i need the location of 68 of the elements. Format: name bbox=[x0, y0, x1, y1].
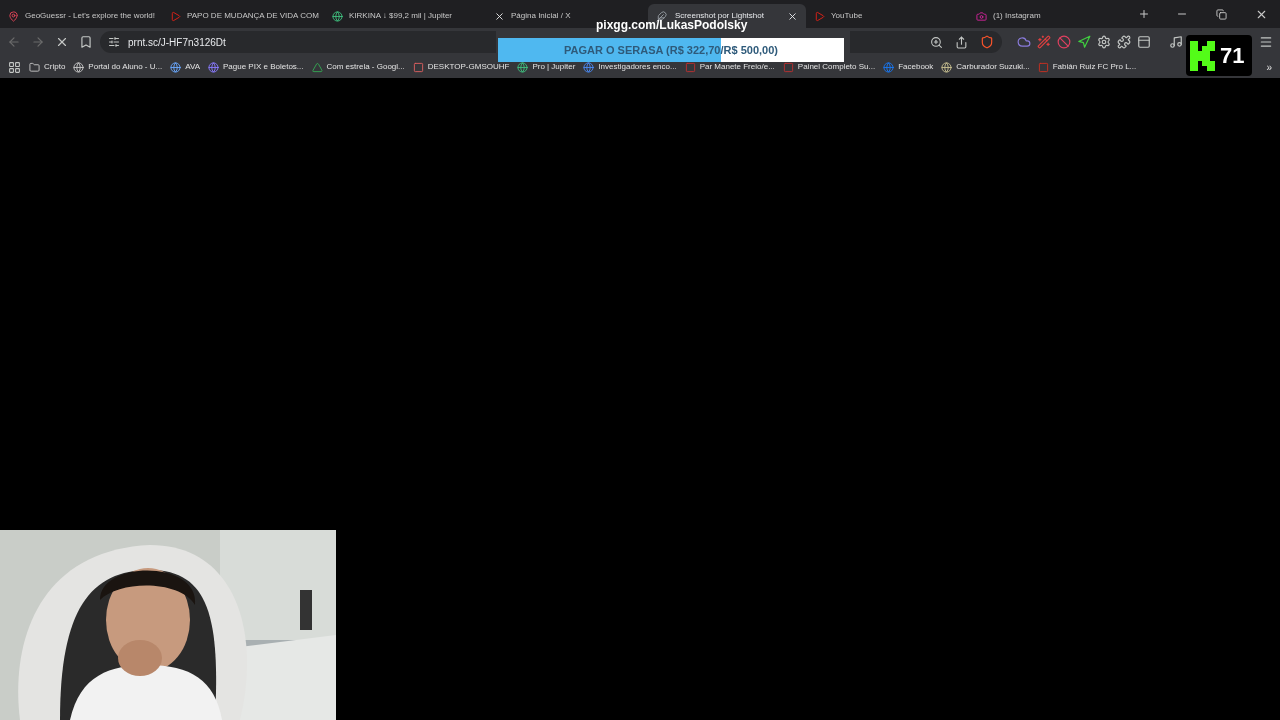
tab-title: (1) Instagram bbox=[993, 12, 1042, 20]
site-settings-icon[interactable] bbox=[108, 36, 120, 48]
bookmark-item[interactable]: Facebook bbox=[883, 61, 934, 73]
apps-icon[interactable] bbox=[8, 60, 21, 74]
triangle-icon bbox=[311, 61, 323, 73]
pin-icon bbox=[8, 10, 19, 22]
square-icon bbox=[412, 61, 424, 73]
globe-icon bbox=[517, 61, 529, 73]
tab-title: Screenshot por Lightshot bbox=[675, 12, 765, 20]
bookmark-label: Portal do Aluno - U... bbox=[88, 61, 163, 73]
bookmark-item[interactable]: Investigadores enco... bbox=[583, 61, 677, 73]
bookmark-label: Par Manete Freio/e... bbox=[699, 61, 775, 73]
close-icon[interactable] bbox=[787, 10, 798, 22]
more-bookmarks-button[interactable]: » bbox=[1266, 59, 1272, 75]
globe-icon bbox=[73, 61, 85, 73]
bookmark-label: Cripto bbox=[44, 61, 66, 73]
globe-icon bbox=[883, 61, 895, 73]
bookmark-label: Pro | Jupiter bbox=[532, 61, 576, 73]
browser-tab[interactable]: YouTube bbox=[806, 4, 968, 28]
zoom-icon[interactable] bbox=[930, 35, 943, 49]
tab-title: GeoGuessr - Let's explore the world! bbox=[25, 12, 156, 20]
bookmark-label: DESKTOP-GMSOUHF bbox=[427, 61, 510, 73]
tab-title: YouTube bbox=[831, 12, 864, 20]
tab-title: KIRKINA ↓ $99,2 mil | Jupiter bbox=[349, 12, 453, 20]
bookmark-label: Investigadores enco... bbox=[598, 61, 677, 73]
restore-icon[interactable] bbox=[1216, 8, 1227, 20]
bookmark-item[interactable]: Painel Completo Su... bbox=[782, 61, 876, 73]
camera-icon bbox=[976, 10, 987, 22]
globe-icon bbox=[170, 61, 182, 73]
globe-icon bbox=[332, 10, 343, 22]
bookmark-item[interactable]: Par Manete Freio/e... bbox=[684, 61, 775, 73]
k-logo-icon bbox=[1190, 40, 1216, 71]
bookmark-item[interactable]: Cripto bbox=[29, 61, 66, 73]
square-icon bbox=[782, 61, 794, 73]
bookmark-label: Carburador Suzuki... bbox=[956, 61, 1030, 73]
browser-tab[interactable]: KIRKINA ↓ $99,2 mil | Jupiter bbox=[324, 4, 486, 28]
play-icon bbox=[170, 10, 181, 22]
browser-tab[interactable]: GeoGuessr - Let's explore the world! bbox=[0, 4, 162, 28]
x-logo-icon bbox=[494, 10, 505, 22]
tab-title: Página Inicial / X bbox=[511, 12, 572, 20]
url-text: prnt.sc/J-HF7n3126Dt bbox=[128, 35, 226, 50]
bookmark-label: Com estrela - Googl... bbox=[326, 61, 405, 73]
square-icon bbox=[1037, 61, 1049, 73]
share-icon[interactable] bbox=[955, 35, 968, 49]
bookmark-label: Painel Completo Su... bbox=[797, 61, 876, 73]
bookmark-item[interactable]: Pague PIX e Boletos... bbox=[208, 61, 304, 73]
shield-icon[interactable] bbox=[980, 35, 994, 49]
browser-tab[interactable]: (1) Instagram bbox=[968, 4, 1130, 28]
new-tab-icon[interactable] bbox=[1138, 8, 1150, 20]
bookmark-item[interactable]: Portal do Aluno - U... bbox=[73, 61, 163, 73]
browser-tab[interactable]: PAPO DE MUDANÇA DE VIDA COM bbox=[162, 4, 324, 28]
bookmark-label: AVA bbox=[185, 61, 200, 73]
bookmark-item[interactable]: DESKTOP-GMSOUHF bbox=[412, 61, 510, 73]
globe-icon bbox=[208, 61, 219, 73]
tab-title: PAPO DE MUDANÇA DE VIDA COM bbox=[187, 12, 319, 20]
play-icon bbox=[814, 10, 825, 22]
viewer-count: 71 bbox=[1220, 42, 1245, 70]
bookmark-item[interactable]: Carburador Suzuki... bbox=[941, 61, 1030, 73]
globe-icon bbox=[941, 61, 953, 73]
bookmark-label: Facebook bbox=[898, 61, 934, 73]
bookmark-label: Pague PIX e Boletos... bbox=[223, 61, 304, 73]
bookmark-item[interactable]: Pro | Jupiter bbox=[517, 61, 576, 73]
bookmark-item[interactable]: Com estrela - Googl... bbox=[311, 61, 405, 73]
folder-icon bbox=[29, 61, 40, 73]
address-field[interactable]: prnt.sc/J-HF7n3126Dt bbox=[100, 31, 496, 53]
square-icon bbox=[684, 61, 696, 73]
bookmark-item[interactable]: AVA bbox=[170, 61, 200, 73]
globe-icon bbox=[583, 61, 595, 73]
